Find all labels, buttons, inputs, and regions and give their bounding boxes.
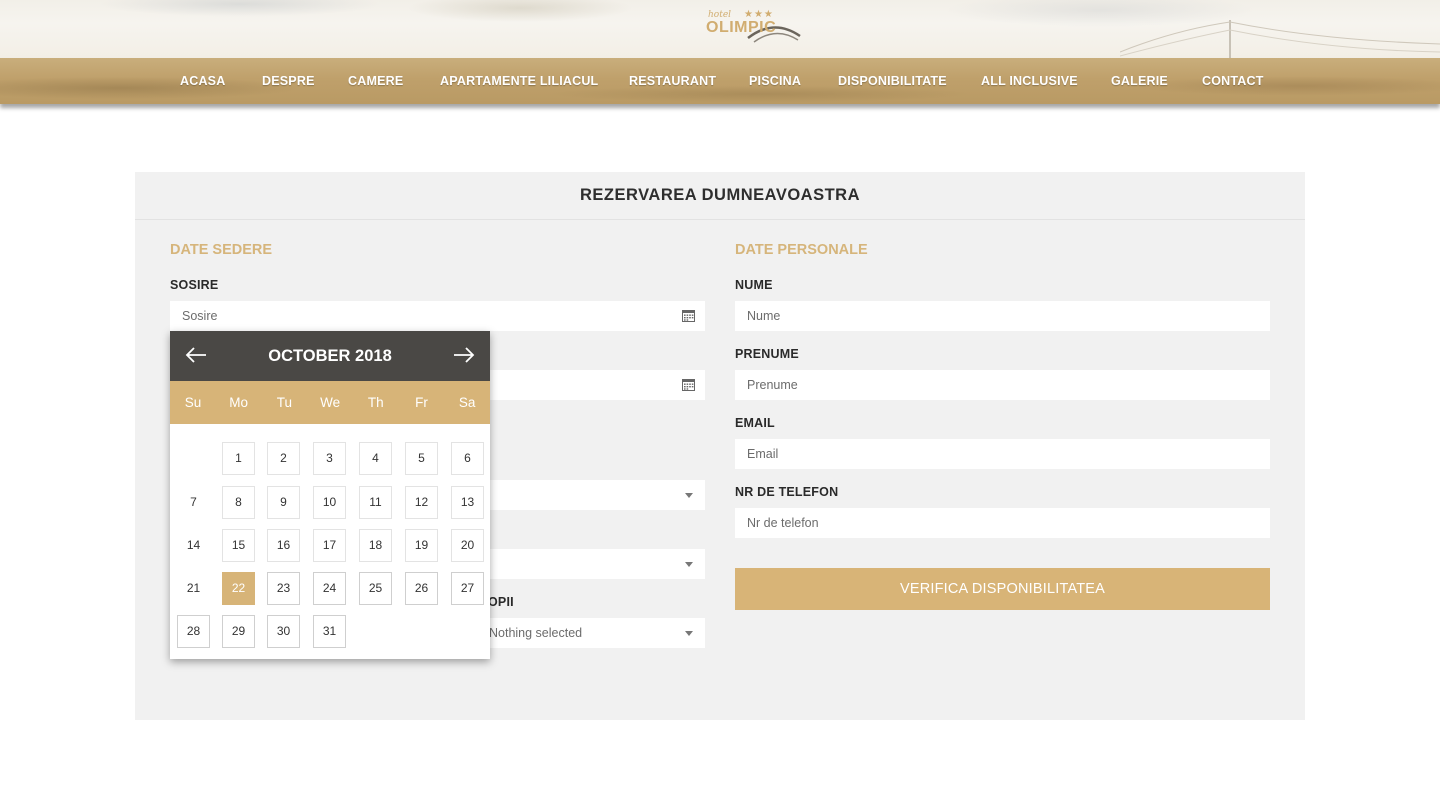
day-cell[interactable]: 31 bbox=[313, 615, 346, 648]
nav-disponibilitate[interactable]: DISPONIBILITATE bbox=[838, 58, 947, 104]
departure-date-input[interactable] bbox=[480, 370, 705, 400]
day-cell[interactable]: 3 bbox=[313, 442, 346, 475]
day-cell[interactable]: 13 bbox=[451, 486, 484, 519]
day-cell[interactable]: 1 bbox=[222, 442, 255, 475]
arrival-date-input[interactable]: Sosire bbox=[170, 301, 705, 331]
day-name: Th bbox=[367, 395, 384, 410]
nav-camere[interactable]: CAMERE bbox=[348, 58, 403, 104]
day-cell[interactable]: 4 bbox=[359, 442, 392, 475]
nume-input[interactable]: Nume bbox=[735, 301, 1270, 331]
day-cell[interactable]: 21 bbox=[177, 572, 210, 605]
nav-all-inclusive[interactable]: ALL INCLUSIVE bbox=[981, 58, 1078, 104]
hotel-logo[interactable]: hotel ★★★ OLIMPIC bbox=[704, 8, 804, 48]
children-label: OPII bbox=[488, 595, 514, 609]
phone-placeholder: Nr de telefon bbox=[747, 516, 819, 530]
day-cell[interactable]: 27 bbox=[451, 572, 484, 605]
day-cell[interactable]: 29 bbox=[222, 615, 255, 648]
email-label: EMAIL bbox=[735, 416, 775, 430]
day-cell[interactable]: 15 bbox=[222, 529, 255, 562]
chevron-down-icon bbox=[685, 493, 693, 498]
day-name: Fr bbox=[415, 395, 428, 410]
nav-contact[interactable]: CONTACT bbox=[1202, 58, 1264, 104]
day-cell[interactable]: 7 bbox=[177, 486, 210, 519]
day-cell[interactable]: 23 bbox=[267, 572, 300, 605]
day-cell[interactable]: 30 bbox=[267, 615, 300, 648]
day-cell[interactable]: 17 bbox=[313, 529, 346, 562]
decorative-ropes bbox=[1120, 20, 1440, 58]
phone-label: NR DE TELEFON bbox=[735, 485, 839, 499]
personal-section-title: DATE PERSONALE bbox=[735, 242, 868, 258]
day-cell[interactable]: 26 bbox=[405, 572, 438, 605]
day-cell[interactable]: 18 bbox=[359, 529, 392, 562]
chevron-down-icon bbox=[685, 631, 693, 636]
day-cell[interactable]: 16 bbox=[267, 529, 300, 562]
day-cell[interactable]: 5 bbox=[405, 442, 438, 475]
nume-placeholder: Nume bbox=[747, 309, 781, 323]
day-cell[interactable]: 8 bbox=[222, 486, 255, 519]
day-cell[interactable]: 14 bbox=[177, 529, 210, 562]
adults-select[interactable] bbox=[480, 549, 705, 579]
datepicker-day-names: Su Mo Tu We Th Fr Sa bbox=[170, 381, 490, 424]
prenume-placeholder: Prenume bbox=[747, 378, 798, 392]
check-availability-button[interactable]: VERIFICA DISPONIBILITATEA bbox=[735, 568, 1270, 610]
datepicker-popup: OCTOBER 2018 Su Mo Tu We Th Fr Sa 1 2 3 4 5 6 7 8 9 10 1… bbox=[170, 331, 490, 659]
arrow-right-icon[interactable] bbox=[452, 345, 476, 365]
arrival-label: SOSIRE bbox=[170, 278, 219, 292]
day-cell[interactable]: 25 bbox=[359, 572, 392, 605]
children-select-value: Nothing selected bbox=[489, 626, 583, 640]
panel-title: REZERVAREA DUMNEAVOASTRA bbox=[135, 172, 1305, 220]
prenume-label: PRENUME bbox=[735, 347, 799, 361]
nav-despre[interactable]: DESPRE bbox=[262, 58, 315, 104]
day-name: We bbox=[320, 395, 341, 410]
email-input[interactable]: Email bbox=[735, 439, 1270, 469]
datepicker-month-title: OCTOBER 2018 bbox=[268, 347, 392, 365]
day-cell[interactable]: 11 bbox=[359, 486, 392, 519]
email-placeholder: Email bbox=[747, 447, 779, 461]
day-cell[interactable]: 6 bbox=[451, 442, 484, 475]
day-cell[interactable]: 2 bbox=[267, 442, 300, 475]
nav-restaurant[interactable]: RESTAURANT bbox=[629, 58, 716, 104]
room-type-select[interactable] bbox=[480, 480, 705, 510]
children-select[interactable]: Nothing selected bbox=[480, 618, 705, 648]
nav-galerie[interactable]: GALERIE bbox=[1111, 58, 1168, 104]
prenume-input[interactable]: Prenume bbox=[735, 370, 1270, 400]
day-cell[interactable]: 12 bbox=[405, 486, 438, 519]
day-name: Su bbox=[184, 395, 202, 410]
nume-label: NUME bbox=[735, 278, 773, 292]
stay-section-title: DATE SEDERE bbox=[170, 242, 273, 258]
nav-acasa[interactable]: ACASA bbox=[180, 58, 225, 104]
nav-piscina[interactable]: PISCINA bbox=[749, 58, 801, 104]
calendar-icon[interactable] bbox=[682, 378, 695, 391]
day-cell[interactable]: 20 bbox=[451, 529, 484, 562]
arrival-placeholder: Sosire bbox=[182, 309, 218, 323]
chevron-down-icon bbox=[685, 562, 693, 567]
day-cell[interactable]: 9 bbox=[267, 486, 300, 519]
day-cell-selected[interactable]: 22 bbox=[222, 572, 255, 605]
calendar-icon[interactable] bbox=[682, 309, 695, 322]
datepicker-header: OCTOBER 2018 bbox=[170, 331, 490, 381]
day-name: Tu bbox=[276, 395, 293, 410]
nav-apartamente-liliacul[interactable]: APARTAMENTE LILIACUL bbox=[440, 58, 598, 104]
day-cell[interactable]: 24 bbox=[313, 572, 346, 605]
day-cell[interactable]: 28 bbox=[177, 615, 210, 648]
day-cell[interactable]: 19 bbox=[405, 529, 438, 562]
day-cell[interactable]: 10 bbox=[313, 486, 346, 519]
day-name: Sa bbox=[458, 395, 476, 410]
logo-name: OLIMPIC bbox=[706, 19, 777, 36]
phone-input[interactable]: Nr de telefon bbox=[735, 508, 1270, 538]
day-name: Mo bbox=[229, 395, 249, 410]
